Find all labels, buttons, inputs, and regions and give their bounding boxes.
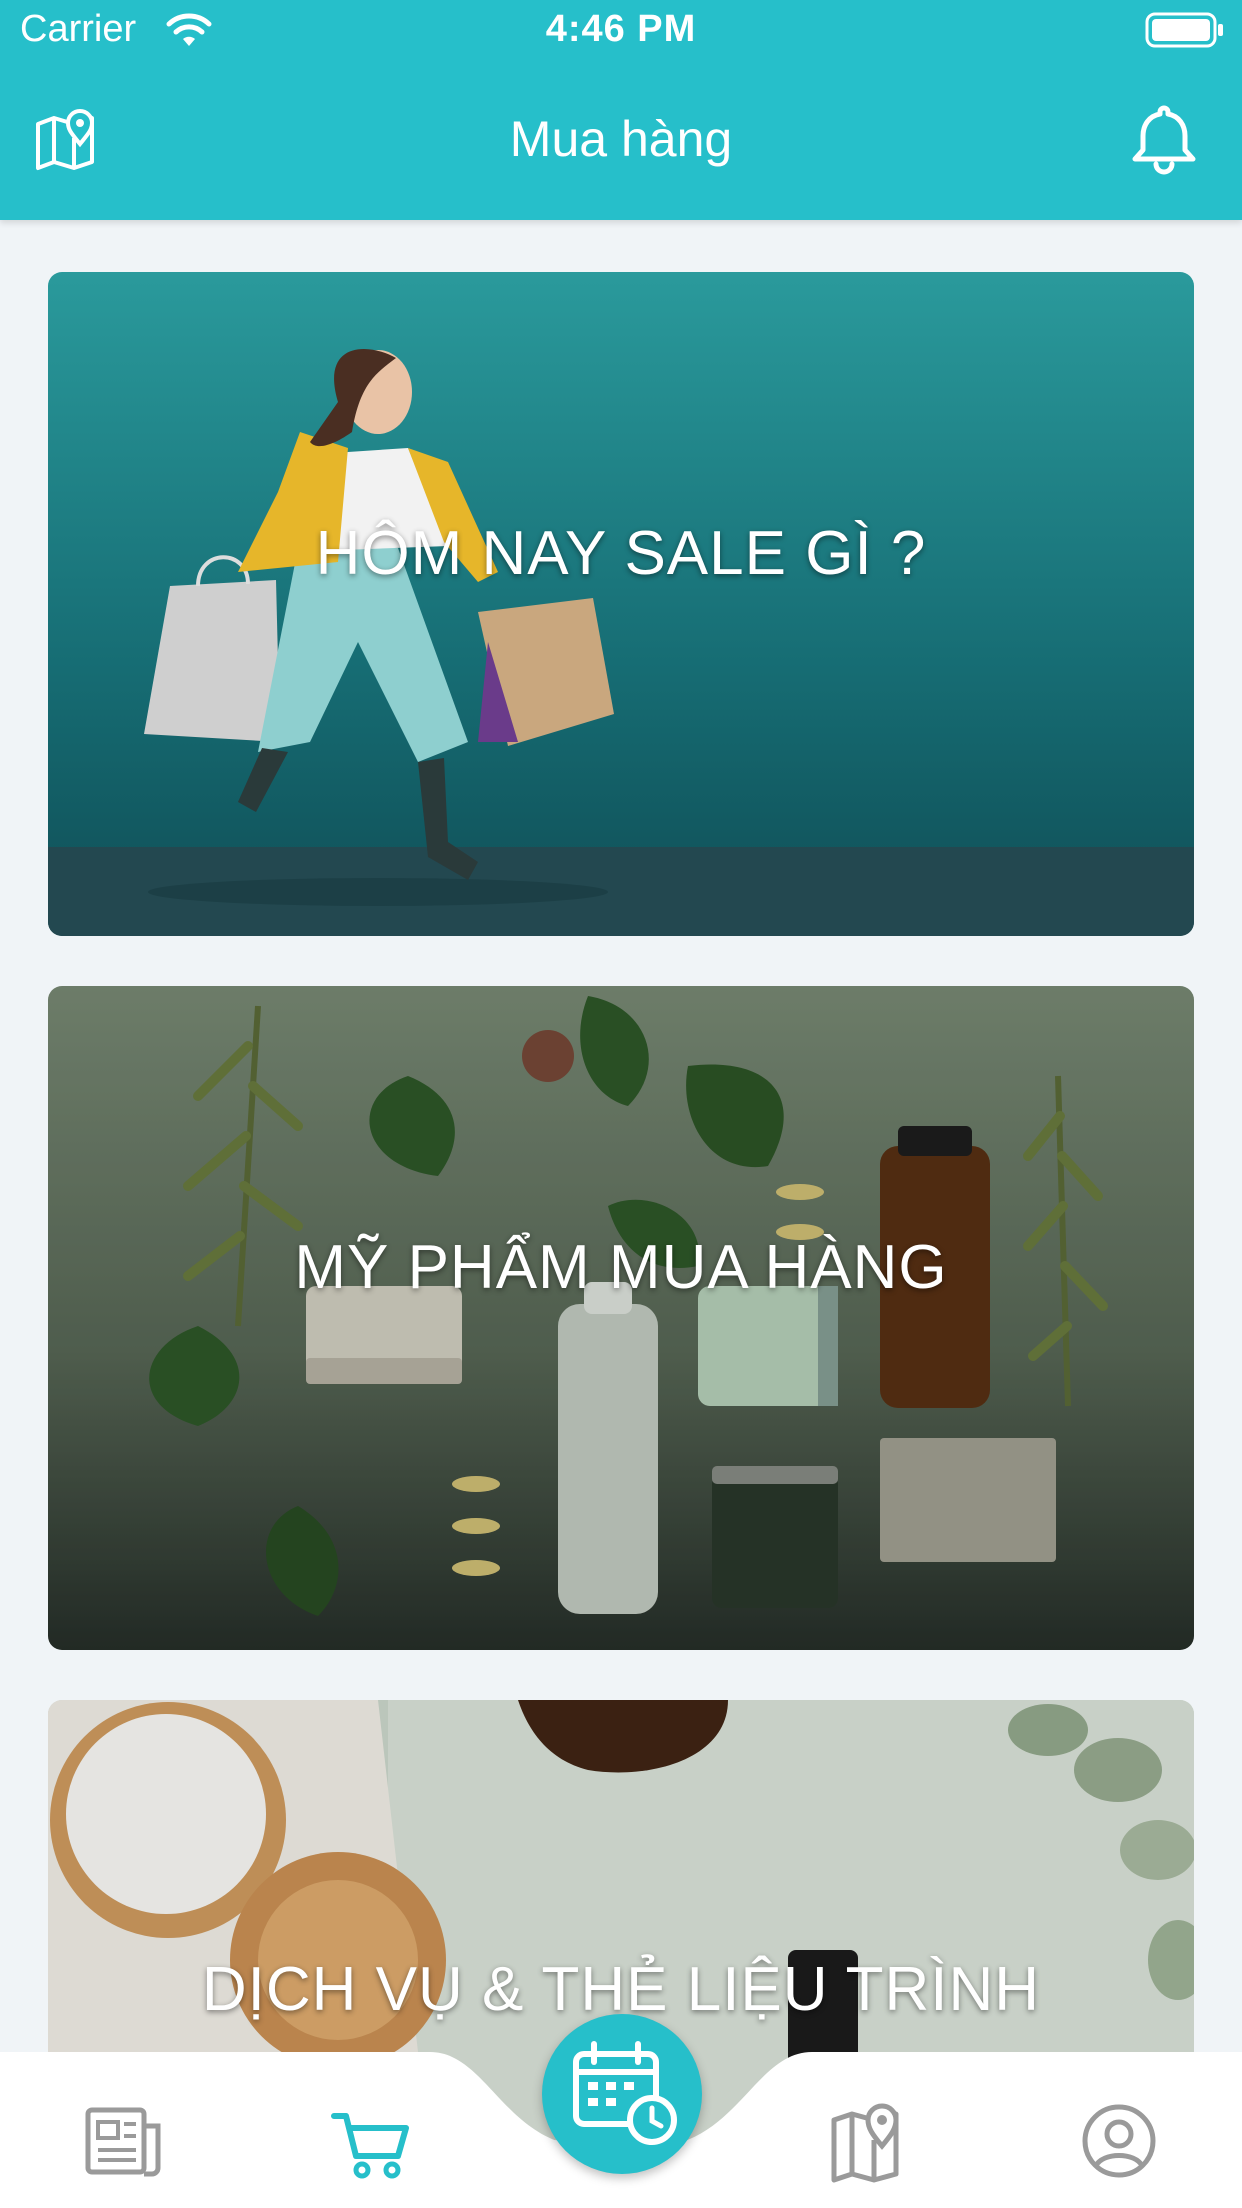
- profile-icon[interactable]: [1074, 2096, 1164, 2186]
- page-title: Mua hàng: [509, 111, 733, 167]
- cosmetics-flatlay-image: [48, 986, 1194, 1650]
- map-icon[interactable]: [824, 2096, 914, 2186]
- shopping-woman-image: [48, 272, 1194, 936]
- news-icon[interactable]: [78, 2096, 168, 2186]
- card-title: MỸ PHẨM MUA HÀNG: [294, 1233, 948, 1302]
- cart-icon[interactable]: [326, 2096, 416, 2186]
- booking-button[interactable]: [542, 2014, 702, 2174]
- cosmetics-card[interactable]: MỸ PHẨM MUA HÀNG: [48, 986, 1194, 1650]
- card-title: HÔM NAY SALE GÌ ?: [315, 519, 927, 588]
- calendar-clock-icon: [573, 2041, 677, 2145]
- nav-bar: Mua hàng: [0, 80, 1242, 200]
- bell-icon[interactable]: [1127, 102, 1201, 176]
- app-header: Carrier 4:46 PM Mua hàng: [0, 0, 1242, 220]
- status-bar: Carrier 4:46 PM: [0, 0, 1242, 60]
- status-time: 4:46 PM: [545, 8, 697, 50]
- battery-icon: [1145, 12, 1223, 48]
- sale-today-card[interactable]: HÔM NAY SALE GÌ ?: [48, 272, 1194, 936]
